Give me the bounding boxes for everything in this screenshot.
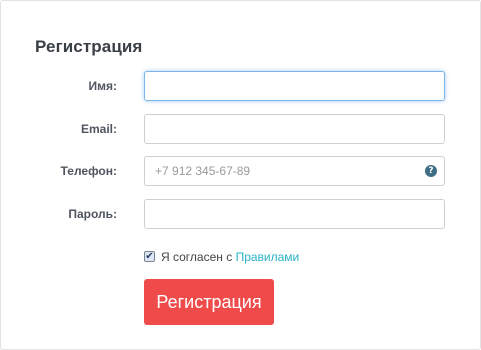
phone-input[interactable] [144, 156, 445, 186]
checkmark-icon: ✔ [145, 251, 154, 262]
registration-panel: Регистрация Имя: Email: Телефон: ? Парол… [0, 0, 481, 350]
password-label: Пароль: [68, 207, 117, 221]
phone-row: Телефон: ? [1, 156, 481, 186]
agreement-checkbox[interactable]: ✔ [144, 251, 155, 262]
question-circle-icon[interactable]: ? [425, 165, 437, 177]
rules-link[interactable]: Правилами [236, 250, 300, 264]
email-label: Email: [80, 122, 117, 136]
email-row: Email: [1, 114, 481, 144]
name-label: Имя: [88, 79, 118, 93]
agreement-text-wrapper: Я согласен с Правилами [161, 249, 299, 265]
form-title: Регистрация [35, 37, 143, 56]
password-row: Пароль: [1, 199, 481, 229]
name-input[interactable] [144, 71, 445, 101]
email-input[interactable] [144, 114, 445, 144]
phone-label: Телефон: [60, 164, 117, 178]
name-row: Имя: [1, 71, 481, 101]
agreement-text: Я согласен с [161, 250, 233, 264]
register-button[interactable]: Регистрация [144, 279, 274, 325]
password-input[interactable] [144, 199, 445, 229]
